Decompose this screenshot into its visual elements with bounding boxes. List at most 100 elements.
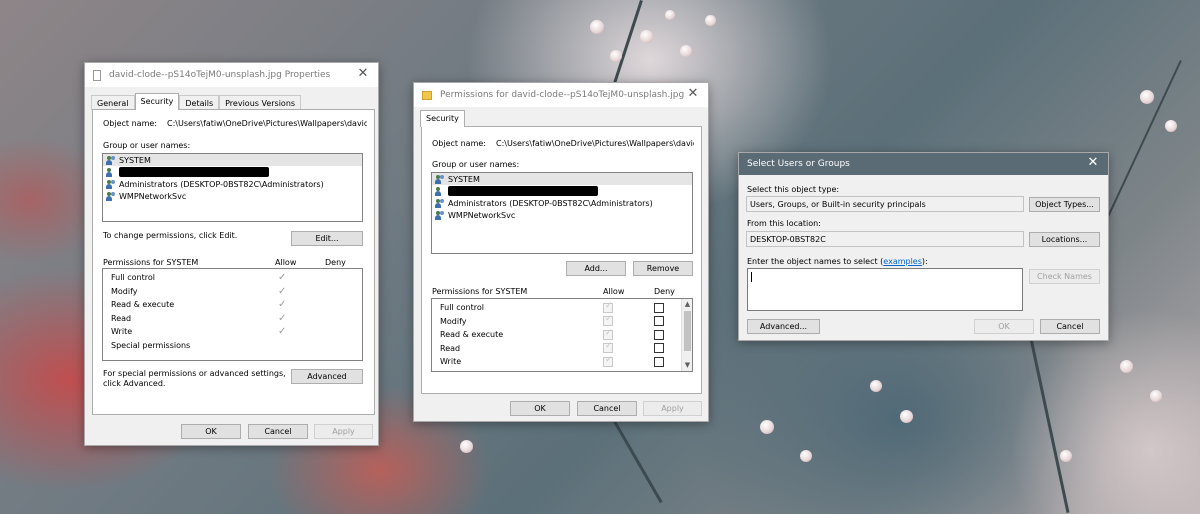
deny-header: Deny [325,258,346,267]
perm-name: Read & execute [111,300,175,310]
list-item-label: Administrators (DESKTOP-0BST82C\Administ… [448,198,653,208]
allow-header: Allow [275,258,297,267]
list-item-administrators[interactable]: Administrators (DESKTOP-0BST82C\Administ… [432,197,692,209]
advanced-button[interactable]: Advanced [291,369,363,384]
check-icon: ✓ [278,312,287,324]
locations-button[interactable]: Locations... [1029,232,1100,247]
file-icon [93,69,101,81]
object-names-input[interactable] [747,268,1023,311]
group-icon [435,210,445,220]
tab-security[interactable]: Security [134,93,180,110]
group-icon [106,191,116,201]
select-users-titlebar: Select Users or Groups ✕ [739,153,1108,175]
folder-icon [422,90,432,100]
perm-row-write: Write ✓ [103,325,362,339]
edit-button[interactable]: Edit... [291,231,363,246]
apply-button[interactable]: Apply [643,401,702,416]
list-item-system[interactable]: SYSTEM [432,173,692,185]
allow-checkbox[interactable] [603,328,613,340]
perm-name: Write [440,357,462,367]
permissions-list: Full control Modify Read & execute Read … [431,298,693,372]
perm-name: Modify [111,286,138,296]
list-item-wmpnetworksvc[interactable]: WMPNetworkSvc [103,190,362,202]
perm-row-read: Read [432,341,692,356]
security-panel: Object name: C:\Users\fatiw\OneDrive\Pic… [92,109,375,415]
perm-name: Special permissions [111,340,191,350]
tab-general[interactable]: General [91,95,135,110]
list-item-system[interactable]: SYSTEM [103,154,362,166]
perm-name: Read [440,343,461,353]
perm-name: Write [111,327,133,337]
window-title: david-clode--pS14oTejM0-unsplash.jpg Pro… [109,70,331,80]
list-item-administrators[interactable]: Administrators (DESKTOP-0BST82C\Administ… [103,178,362,190]
properties-titlebar: david-clode--pS14oTejM0-unsplash.jpg Pro… [85,63,378,87]
allow-checkbox[interactable] [603,314,613,327]
perm-row-read: Read ✓ [103,312,362,326]
remove-button[interactable]: Remove [633,261,693,276]
scroll-thumb[interactable] [684,311,691,351]
redacted-username [119,167,269,177]
redacted-username [448,186,598,196]
perm-row-read-execute: Read & execute [432,328,692,342]
group-icon [106,179,116,189]
deny-checkbox[interactable] [654,316,664,327]
permissions-scrollbar[interactable]: ▲ ▼ [681,299,692,371]
perm-name: Read [111,313,132,323]
list-item-label: SYSTEM [448,174,480,184]
user-icon [106,167,116,177]
deny-checkbox[interactable] [654,356,664,367]
user-list[interactable]: SYSTEM Administrators (DESKTOP-0BST82C\A… [102,153,363,222]
object-types-button[interactable]: Object Types... [1029,197,1100,212]
window-title: Select Users or Groups [747,159,850,169]
cancel-button[interactable]: Cancel [1040,319,1100,334]
list-item-redacted-user[interactable] [432,185,692,197]
user-list[interactable]: SYSTEM Administrators (DESKTOP-0BST82C\A… [431,172,693,254]
perm-row-modify: Modify ✓ [103,285,362,299]
deny-header: Deny [654,287,675,296]
close-icon[interactable]: ✕ [356,67,370,81]
advanced-button[interactable]: Advanced... [747,319,820,334]
group-icon [435,174,445,184]
object-name-value: C:\Users\fatiw\OneDrive\Pictures\Wallpap… [167,119,367,128]
deny-checkbox[interactable] [654,329,664,340]
check-names-button[interactable]: Check Names [1029,269,1100,284]
select-users-window: Select Users or Groups ✕ Select this obj… [738,152,1109,341]
deny-checkbox[interactable] [654,302,664,313]
deny-checkbox[interactable] [654,343,664,354]
apply-button[interactable]: Apply [314,424,373,439]
add-button[interactable]: Add... [566,261,626,276]
tab-previous-versions[interactable]: Previous Versions [219,95,302,110]
perm-row-write: Write [432,355,692,369]
perm-name: Full control [111,273,155,283]
list-item-redacted-user[interactable] [103,166,362,178]
cancel-button[interactable]: Cancel [248,424,308,439]
change-hint: To change permissions, click Edit. [103,231,238,240]
tab-details[interactable]: Details [179,95,220,110]
advanced-hint-2: click Advanced. [103,379,166,388]
examples-link[interactable]: examples [883,257,922,266]
group-icon [435,198,445,208]
close-icon[interactable]: ✕ [686,87,700,101]
allow-checkbox[interactable] [603,301,613,313]
list-item-label: Administrators (DESKTOP-0BST82C\Administ… [119,179,324,189]
object-name-label: Object name: [103,119,157,128]
ok-button[interactable]: OK [510,401,570,416]
allow-header: Allow [603,287,625,296]
group-icon [106,155,116,165]
close-icon[interactable]: ✕ [1086,156,1100,170]
enter-names-prefix: Enter the object names to select ( [747,257,884,266]
enter-names-label: Enter the object names to select (exampl… [747,257,928,266]
allow-checkbox[interactable] [603,341,613,354]
ok-button[interactable]: OK [181,424,241,439]
list-item-wmpnetworksvc[interactable]: WMPNetworkSvc [432,209,692,221]
list-item-label: SYSTEM [119,155,151,165]
ok-button[interactable]: OK [974,319,1034,334]
chevron-down-icon[interactable]: ▼ [682,360,692,371]
enter-names-suffix: ): [921,257,928,266]
chevron-up-icon[interactable]: ▲ [682,299,692,310]
object-name-label: Object name: [432,139,486,148]
tab-security[interactable]: Security [420,110,465,127]
allow-checkbox[interactable] [603,355,613,367]
group-label: Group or user names: [103,141,191,150]
cancel-button[interactable]: Cancel [577,401,637,416]
